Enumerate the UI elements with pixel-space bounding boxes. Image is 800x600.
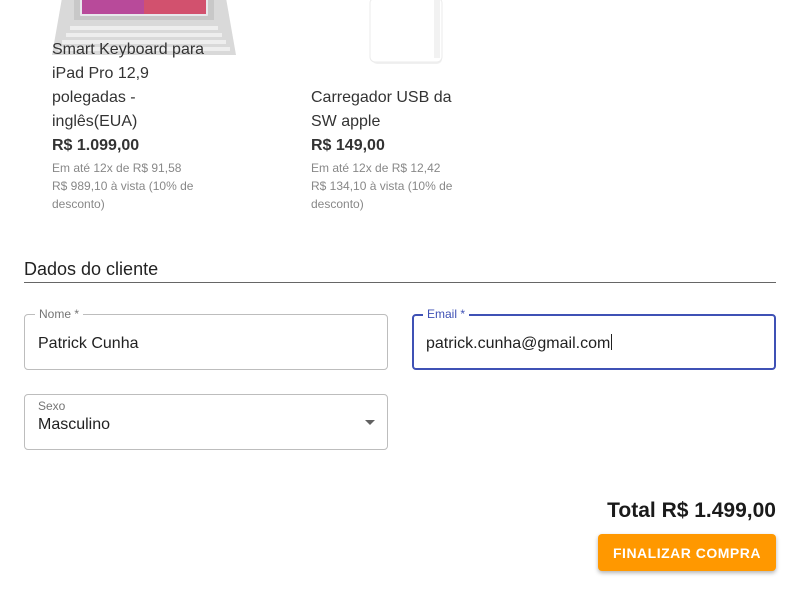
product-name[interactable]: Smart Keyboard para iPad Pro 12,9 polega… bbox=[52, 38, 222, 134]
email-field-label: Email * bbox=[423, 307, 470, 321]
email-field-value-wrapper[interactable]: patrick.cunha@gmail.com bbox=[426, 334, 613, 354]
sex-select[interactable]: Sexo Masculino bbox=[24, 394, 388, 450]
order-total: Total R$ 1.499,00 bbox=[607, 499, 776, 522]
product-card-smart-keyboard: Smart Keyboard para iPad Pro 12,9 polega… bbox=[0, 0, 260, 220]
product-installments: Em até 12x de R$ 12,42 bbox=[311, 161, 441, 175]
finish-purchase-button[interactable]: FINALIZAR COMPRA bbox=[598, 534, 776, 571]
email-field[interactable]: Email * patrick.cunha@gmail.com bbox=[412, 307, 776, 370]
section-divider bbox=[24, 282, 776, 283]
charger-image[interactable] bbox=[368, 0, 448, 68]
name-field[interactable]: Nome * Patrick Cunha bbox=[24, 307, 388, 370]
product-price: R$ 1.099,00 bbox=[52, 137, 140, 154]
product-cash-price: R$ 134,10 à vista (10% de desconto) bbox=[311, 179, 453, 211]
product-card-usb-charger: Carregador USB da SW apple R$ 149,00 Em … bbox=[260, 0, 520, 220]
product-cash-price: R$ 989,10 à vista (10% de desconto) bbox=[52, 179, 194, 211]
product-price: R$ 149,00 bbox=[311, 137, 385, 154]
sex-select-value[interactable]: Masculino bbox=[38, 415, 110, 435]
name-field-label: Nome * bbox=[35, 307, 84, 321]
sex-select-label: Sexo bbox=[38, 399, 66, 413]
dropdown-arrow-icon[interactable] bbox=[365, 420, 375, 425]
email-field-value[interactable]: patrick.cunha@gmail.com bbox=[426, 335, 610, 352]
product-name[interactable]: Carregador USB da SW apple bbox=[311, 86, 471, 134]
name-field-value[interactable]: Patrick Cunha bbox=[38, 334, 139, 354]
text-caret bbox=[611, 334, 613, 350]
product-installments: Em até 12x de R$ 91,58 bbox=[52, 161, 182, 175]
section-title: Dados do cliente bbox=[24, 259, 159, 279]
